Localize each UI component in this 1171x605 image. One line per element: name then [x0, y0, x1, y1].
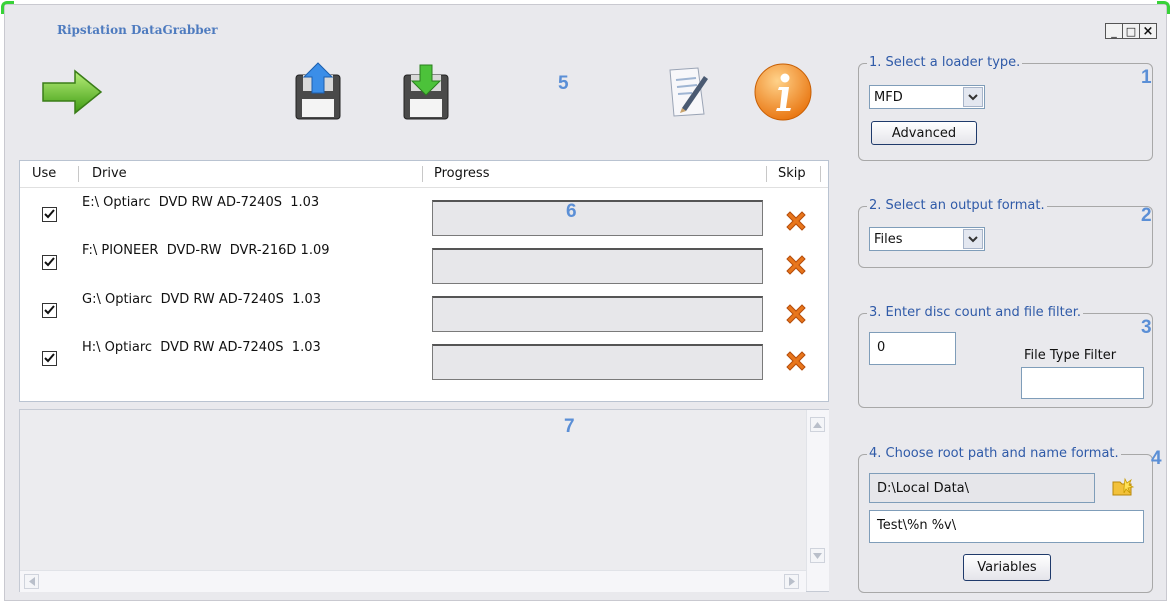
disc-count-group-label: 3. Enter disc count and file filter. — [867, 305, 1083, 320]
header-use[interactable]: Use — [32, 161, 56, 187]
window-controls: _ □ × — [1105, 23, 1157, 39]
loader-group-label: 1. Select a loader type. — [867, 55, 1023, 70]
header-divider — [422, 166, 423, 182]
root-path-group-label: 4. Choose root path and name format. — [867, 446, 1121, 461]
upload-button[interactable] — [275, 49, 361, 135]
name-format-input[interactable]: Test\%n %v\ — [869, 510, 1144, 543]
info-button[interactable] — [740, 49, 826, 135]
skip-x-icon — [786, 351, 806, 371]
skip-button[interactable] — [783, 348, 809, 374]
output-format-group: 2. Select an output format. Files — [858, 198, 1153, 268]
header-divider — [78, 166, 79, 182]
skip-x-icon — [786, 255, 806, 275]
disc-count-input[interactable]: 0 — [869, 332, 956, 365]
main-window: Ripstation DataGrabber _ □ × 5 Use Drive… — [1, 1, 1170, 601]
use-checkbox[interactable] — [42, 207, 57, 222]
loader-type-select[interactable]: MFD — [869, 85, 985, 109]
output-format-select[interactable]: Files — [869, 227, 985, 251]
progress-bar — [432, 200, 763, 236]
file-type-filter-label: File Type Filter — [1024, 348, 1117, 363]
drive-name: F:\ PIONEER DVD-RW DVR-216D 1.09 — [82, 243, 330, 258]
folder-browse-icon — [1112, 477, 1135, 496]
skip-button[interactable] — [783, 208, 809, 234]
variables-button[interactable]: Variables — [963, 554, 1051, 581]
scroll-down-button[interactable] — [810, 548, 825, 563]
chevron-down-icon — [963, 87, 983, 107]
document-edit-icon — [669, 67, 708, 117]
download-button[interactable] — [383, 49, 469, 135]
app-title: Ripstation DataGrabber — [57, 23, 218, 37]
start-arrow-icon — [42, 69, 103, 115]
drives-table: Use Drive Progress Skip E:\ Optiarc DVD … — [19, 160, 829, 402]
header-underline — [20, 187, 828, 188]
progress-bar — [432, 248, 763, 284]
header-divider — [820, 166, 821, 182]
checkmark-icon — [44, 305, 55, 315]
skip-x-icon — [786, 211, 806, 231]
callout-6: 6 — [566, 201, 577, 222]
drive-name: H:\ Optiarc DVD RW AD-7240S 1.03 — [82, 340, 321, 355]
advanced-button[interactable]: Advanced — [871, 121, 977, 145]
callout-1: 1 — [1141, 67, 1152, 88]
upload-floppy-icon — [295, 62, 341, 120]
minimize-button[interactable]: _ — [1105, 23, 1123, 39]
callout-4: 4 — [1151, 448, 1162, 469]
browse-folder-button[interactable] — [1111, 476, 1135, 498]
callout-2: 2 — [1141, 205, 1152, 226]
callout-5: 5 — [558, 73, 569, 94]
skip-button[interactable] — [783, 301, 809, 327]
drive-name: E:\ Optiarc DVD RW AD-7240S 1.03 — [82, 195, 320, 210]
checkmark-icon — [44, 209, 55, 219]
root-path-field[interactable]: D:\Local Data\ — [869, 473, 1095, 503]
drive-name: G:\ Optiarc DVD RW AD-7240S 1.03 — [82, 292, 322, 307]
file-type-filter-input[interactable] — [1021, 367, 1144, 399]
disc-count-group: 3. Enter disc count and file filter. 0 F… — [858, 305, 1153, 408]
arrow-up-icon — [813, 421, 822, 428]
scroll-left-button[interactable] — [24, 574, 39, 589]
root-path-group: 4. Choose root path and name format. D:\… — [858, 446, 1153, 593]
header-drive[interactable]: Drive — [92, 161, 127, 187]
checkmark-icon — [44, 353, 55, 363]
header-divider — [766, 166, 767, 182]
scroll-right-button[interactable] — [784, 574, 799, 589]
header-progress[interactable]: Progress — [434, 161, 489, 187]
horizontal-scrollbar[interactable] — [20, 570, 806, 592]
arrow-right-icon — [788, 577, 795, 586]
loader-group: 1. Select a loader type. MFD Advanced — [858, 55, 1153, 161]
scroll-up-button[interactable] — [810, 417, 825, 432]
output-format-group-label: 2. Select an output format. — [867, 198, 1047, 213]
info-icon — [754, 63, 812, 121]
use-checkbox[interactable] — [42, 303, 57, 318]
progress-bar — [432, 344, 763, 380]
arrow-left-icon — [28, 577, 35, 586]
use-checkbox[interactable] — [42, 255, 57, 270]
output-format-value: Files — [874, 232, 903, 247]
close-button[interactable]: × — [1139, 23, 1157, 39]
use-checkbox[interactable] — [42, 351, 57, 366]
maximize-button[interactable]: □ — [1122, 23, 1140, 39]
log-area[interactable]: 7 — [19, 409, 829, 592]
callout-7: 7 — [564, 416, 575, 437]
start-button[interactable] — [29, 49, 115, 135]
arrow-down-icon — [813, 552, 822, 559]
skip-button[interactable] — [783, 252, 809, 278]
loader-type-value: MFD — [874, 90, 903, 105]
download-floppy-icon — [403, 64, 449, 120]
chevron-down-icon — [963, 229, 983, 249]
document-button[interactable] — [645, 49, 731, 135]
skip-x-icon — [786, 304, 806, 324]
callout-3: 3 — [1141, 317, 1152, 338]
vertical-scrollbar[interactable] — [806, 410, 829, 591]
header-skip[interactable]: Skip — [778, 161, 806, 187]
progress-bar — [432, 296, 763, 332]
checkmark-icon — [44, 257, 55, 267]
